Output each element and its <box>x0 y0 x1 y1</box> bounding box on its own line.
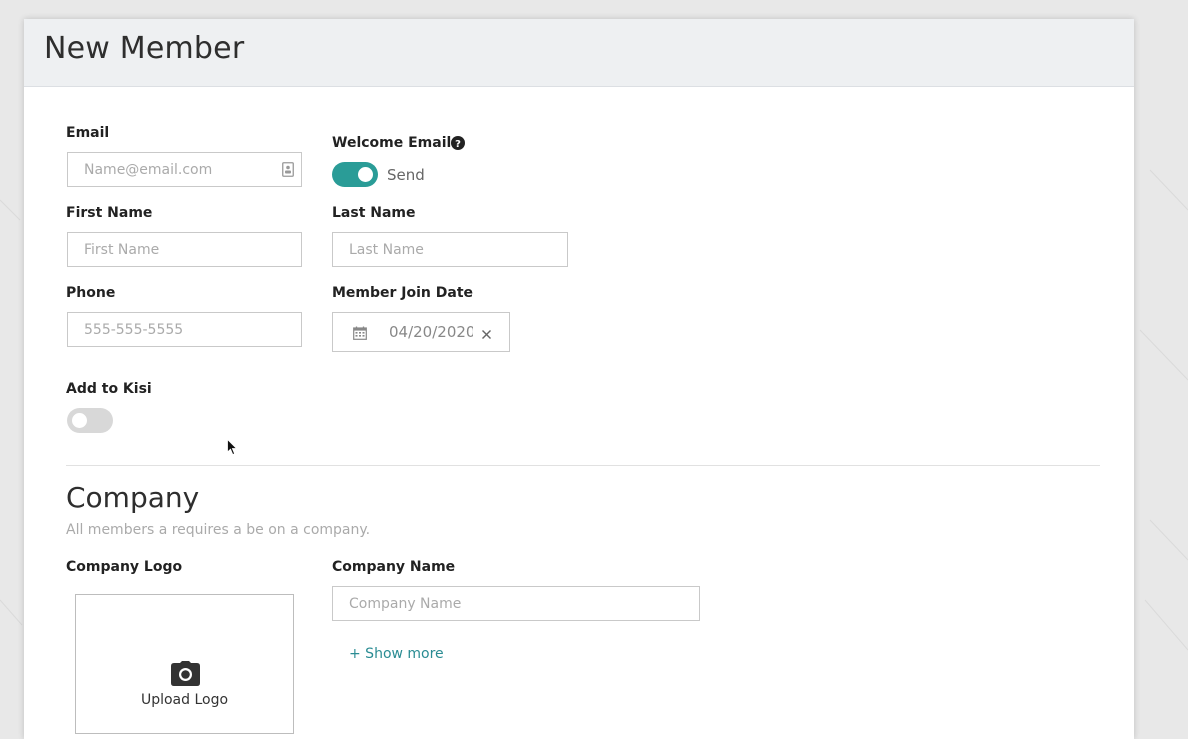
welcome-email-toggle[interactable] <box>332 162 378 187</box>
email-input[interactable] <box>67 152 302 187</box>
question-circle-icon[interactable]: ? <box>451 136 465 150</box>
show-more-link[interactable]: + Show more <box>349 646 444 662</box>
svg-text:?: ? <box>455 139 461 150</box>
camera-icon <box>171 661 200 686</box>
calendar-icon <box>353 326 367 340</box>
upload-logo-text: Upload Logo <box>140 692 229 708</box>
close-icon[interactable] <box>481 327 492 339</box>
last-name-label: Last Name <box>332 205 416 221</box>
company-name-input[interactable] <box>332 586 700 621</box>
new-member-modal: New Member Email Welcome Email ? Send Fi… <box>24 19 1134 739</box>
company-logo-label: Company Logo <box>66 559 183 575</box>
welcome-email-toggle-label: Send <box>387 166 425 184</box>
company-name-label: Company Name <box>332 559 456 575</box>
join-date-label: Member Join Date <box>332 285 474 301</box>
modal-header: New Member <box>24 19 1134 87</box>
kisi-label: Add to Kisi <box>66 381 152 397</box>
toggle-knob <box>72 413 87 428</box>
first-name-label: First Name <box>66 205 153 221</box>
mouse-cursor-icon <box>227 438 238 456</box>
modal-title: New Member <box>44 31 245 66</box>
phone-input[interactable] <box>67 312 302 347</box>
phone-label: Phone <box>66 285 116 301</box>
last-name-input[interactable] <box>332 232 568 267</box>
join-date-value: 04/20/2020 <box>389 323 473 341</box>
company-section-title: Company <box>66 481 200 514</box>
upload-logo-button[interactable]: Upload Logo <box>75 594 294 734</box>
kisi-toggle[interactable] <box>67 408 113 433</box>
first-name-input[interactable] <box>67 232 302 267</box>
toggle-knob <box>358 167 373 182</box>
welcome-email-label: Welcome Email <box>332 135 452 151</box>
join-date-picker[interactable]: 04/20/2020 <box>332 312 510 352</box>
email-label: Email <box>66 125 110 141</box>
section-divider <box>66 465 1100 466</box>
company-section-subtitle: All members a requires a be on a company… <box>66 522 371 538</box>
contact-card-icon <box>282 162 294 177</box>
